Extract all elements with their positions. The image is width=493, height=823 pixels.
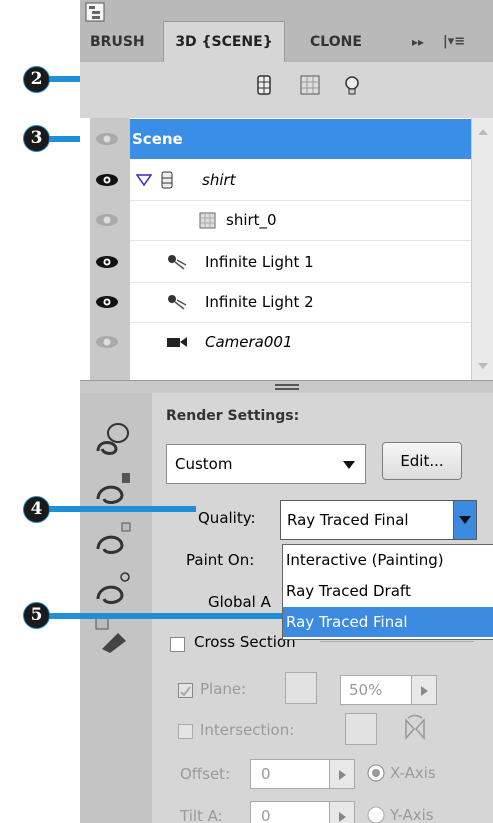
callout-badge-4: 4 [23, 496, 50, 523]
chevron-right-icon [421, 686, 428, 696]
chevron-down-icon [459, 516, 471, 524]
plane-opacity-field[interactable]: 50% [340, 675, 412, 705]
3d-tools-column [80, 393, 152, 823]
scroll-down-icon[interactable] [477, 362, 489, 370]
plane-opacity-value: 50% [349, 681, 383, 699]
eye-icon[interactable] [94, 293, 120, 311]
eye-icon[interactable] [94, 211, 120, 229]
offset-field[interactable]: 0 [250, 759, 330, 789]
infinite-light-2-label: Infinite Light 2 [205, 293, 314, 311]
tilt-value: 0 [261, 807, 271, 823]
offset-value: 0 [261, 765, 271, 783]
quality-dropdown-list: Interactive (Painting) Ray Traced Draft … [282, 544, 493, 640]
offset-label: Offset: [180, 765, 231, 783]
infinite-light-icon [168, 255, 187, 270]
expand-triangle-icon[interactable] [136, 173, 152, 187]
mesh-icon [161, 171, 173, 189]
scroll-up-icon[interactable] [477, 128, 489, 136]
list-item-infinite-light-2[interactable]: Infinite Light 2 [130, 282, 471, 323]
list-item-camera001[interactable]: Camera001 [130, 322, 471, 362]
list-item-shirt[interactable]: shirt [130, 160, 471, 201]
cross-section-divider [320, 641, 474, 642]
y-axis-radio[interactable] [366, 805, 386, 823]
list-item-shirt-0[interactable]: shirt_0 [130, 200, 471, 241]
callout-line-4 [34, 506, 196, 512]
list-item-infinite-light-1[interactable]: Infinite Light 1 [130, 242, 471, 283]
plane-color-swatch[interactable] [285, 672, 317, 704]
render-preset-value: Custom [175, 455, 233, 473]
3d-paint-tool-icon[interactable] [92, 615, 134, 655]
panel-more-icon[interactable]: ▸▸ [412, 22, 424, 62]
plane-checkbox[interactable] [178, 683, 193, 698]
infinite-light-icon [168, 295, 187, 310]
cross-section-label: Cross Section [194, 633, 296, 651]
scene-list-scrollbar[interactable] [471, 118, 493, 380]
infinite-light-1-label: Infinite Light 1 [205, 253, 314, 271]
cross-section-checkbox[interactable] [170, 637, 185, 652]
tab-3d-scene[interactable]: 3D {SCENE} [163, 21, 285, 62]
quality-option-final[interactable]: Ray Traced Final [283, 607, 493, 637]
quality-option-interactive[interactable]: Interactive (Painting) [283, 545, 493, 575]
scene-row-label: Scene [132, 130, 183, 148]
3d-panel: BRUSH 3D {SCENE} CLONE ▸▸ |▾≡ Scene shir… [80, 0, 493, 823]
tilt-label: Tilt A: [180, 807, 223, 823]
material-icon [199, 212, 216, 229]
shirt-label: shirt [202, 171, 236, 189]
scene-row[interactable]: Scene [130, 119, 471, 159]
quality-dropdown-toggle[interactable] [453, 501, 476, 539]
eye-icon[interactable] [94, 171, 120, 189]
render-settings-label: Render Settings: [166, 408, 300, 424]
x-axis-radio[interactable] [366, 763, 386, 783]
callout-badge-5: 5 [23, 602, 50, 629]
offset-arrow[interactable] [329, 759, 355, 789]
lights-filter-icon[interactable] [340, 73, 364, 97]
shirt-0-label: shirt_0 [226, 211, 277, 229]
camera001-label: Camera001 [205, 333, 293, 351]
x-axis-label: X-Axis [390, 764, 436, 782]
tilt-field[interactable]: 0 [250, 801, 330, 823]
material-tool-icon[interactable] [92, 519, 134, 559]
checkmark-icon [180, 686, 191, 697]
chevron-right-icon [339, 812, 346, 822]
callout-badge-2: 2 [23, 66, 50, 93]
intersection-checkbox[interactable] [178, 724, 193, 739]
quality-label: Quality: [198, 509, 256, 527]
scene-tool-icon[interactable] [92, 419, 134, 459]
tab-brush[interactable]: BRUSH [90, 22, 145, 62]
quality-select-value: Ray Traced Final [287, 511, 409, 529]
plane-label: Plane: [200, 680, 247, 698]
quality-select[interactable]: Ray Traced Final [280, 500, 477, 540]
mesh-filter-icon[interactable] [252, 73, 276, 97]
panel-splitter[interactable] [80, 380, 493, 394]
eye-icon[interactable] [94, 253, 120, 271]
tab-clone[interactable]: CLONE [310, 22, 362, 62]
global-ambient-label: Global A [208, 593, 271, 611]
plane-opacity-arrow[interactable] [411, 675, 437, 705]
callout-badge-3: 3 [23, 125, 50, 152]
mesh-tool-icon[interactable] [92, 469, 134, 509]
materials-filter-icon[interactable] [298, 73, 322, 97]
callout-line-5 [34, 613, 282, 619]
flip-cross-section-icon[interactable] [400, 714, 430, 744]
edit-render-settings-button[interactable]: Edit... [382, 442, 462, 480]
paint-on-label: Paint On: [186, 551, 255, 569]
eye-icon[interactable] [94, 130, 120, 148]
chevron-down-icon [343, 461, 355, 469]
chevron-right-icon [339, 770, 346, 780]
eye-icon[interactable] [94, 333, 120, 351]
tilt-arrow[interactable] [329, 801, 355, 823]
panel-menu-icon[interactable]: |▾≡ [443, 22, 465, 62]
render-preset-select[interactable]: Custom [166, 444, 366, 484]
camera-icon [167, 337, 187, 347]
intersection-label: Intersection: [200, 721, 295, 739]
intersection-color-swatch[interactable] [345, 713, 377, 745]
y-axis-label: Y-Axis [390, 806, 434, 823]
light-tool-icon[interactable] [92, 569, 134, 609]
scene-tree-icon [85, 2, 105, 22]
quality-option-draft[interactable]: Ray Traced Draft [283, 576, 493, 606]
tab-bar: BRUSH 3D {SCENE} CLONE ▸▸ |▾≡ [80, 0, 493, 62]
